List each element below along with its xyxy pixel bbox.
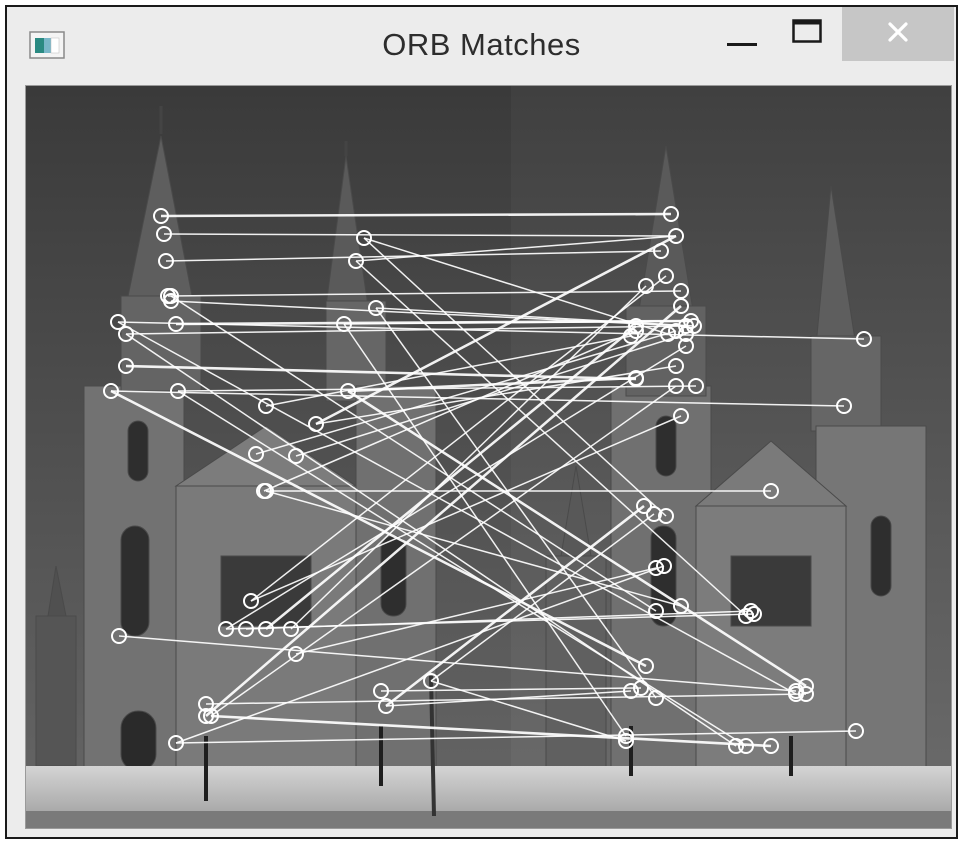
title-bar[interactable]: ORB Matches <box>7 7 956 85</box>
maximize-icon <box>792 18 822 50</box>
close-button[interactable] <box>842 7 954 61</box>
minimize-icon <box>727 17 757 52</box>
maximize-button[interactable] <box>777 7 837 61</box>
app-window: ORB Matches <box>5 5 958 839</box>
orb-matches-image <box>26 86 951 828</box>
minimize-button[interactable] <box>712 7 772 61</box>
close-icon <box>887 21 909 48</box>
image-viewport <box>25 85 952 829</box>
